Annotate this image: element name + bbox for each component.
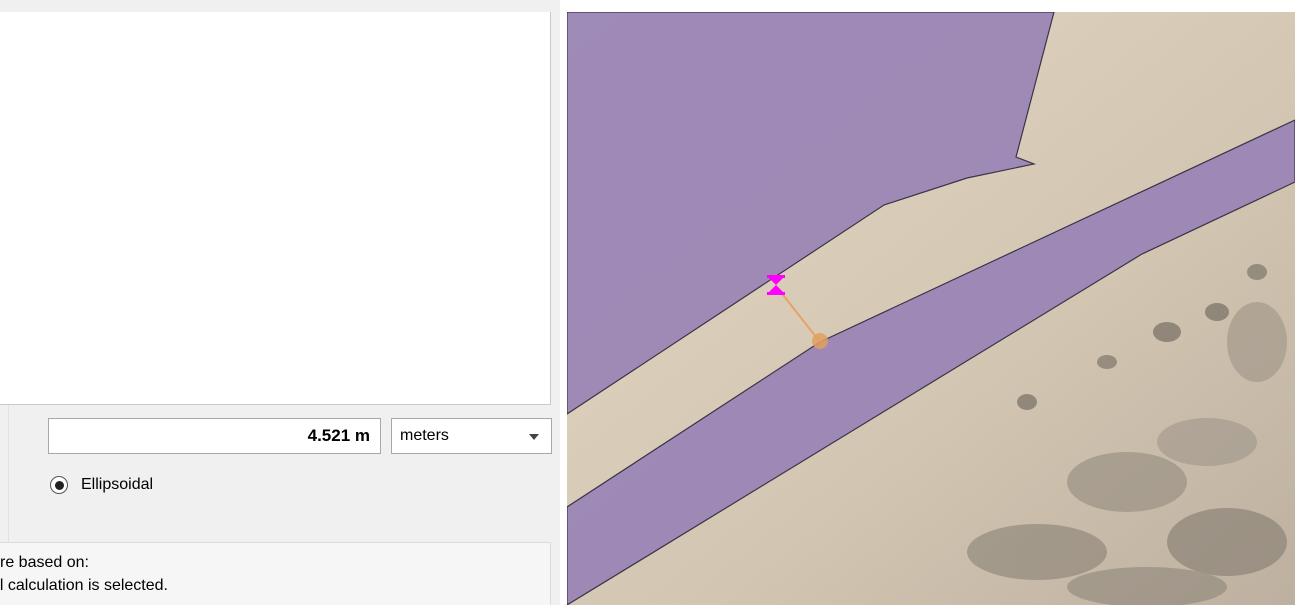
ellipsoidal-radio[interactable]: Ellipsoidal	[50, 476, 153, 494]
units-dropdown[interactable]: meters	[391, 418, 552, 454]
segments-table[interactable]	[0, 12, 551, 405]
units-selected-label: meters	[400, 427, 449, 444]
info-panel: re based on: al calculation is selected.	[0, 542, 551, 605]
radio-button-checked-icon[interactable]	[50, 476, 68, 494]
total-length-field[interactable]: 4.521 m	[48, 418, 381, 454]
qgis-screen: 4.521 m meters Ellipsoidal re based on: …	[0, 0, 1295, 605]
map-canvas[interactable]	[567, 12, 1295, 605]
total-length-value: 4.521 m	[307, 426, 370, 445]
info-line-2: al calculation is selected.	[0, 577, 168, 594]
info-line-1: re based on:	[0, 554, 89, 571]
ellipsoidal-label: Ellipsoidal	[81, 476, 154, 493]
measure-dialog: 4.521 m meters Ellipsoidal re based on: …	[0, 0, 560, 605]
cursor-circle-icon	[812, 333, 828, 349]
chevron-down-icon	[529, 434, 539, 440]
